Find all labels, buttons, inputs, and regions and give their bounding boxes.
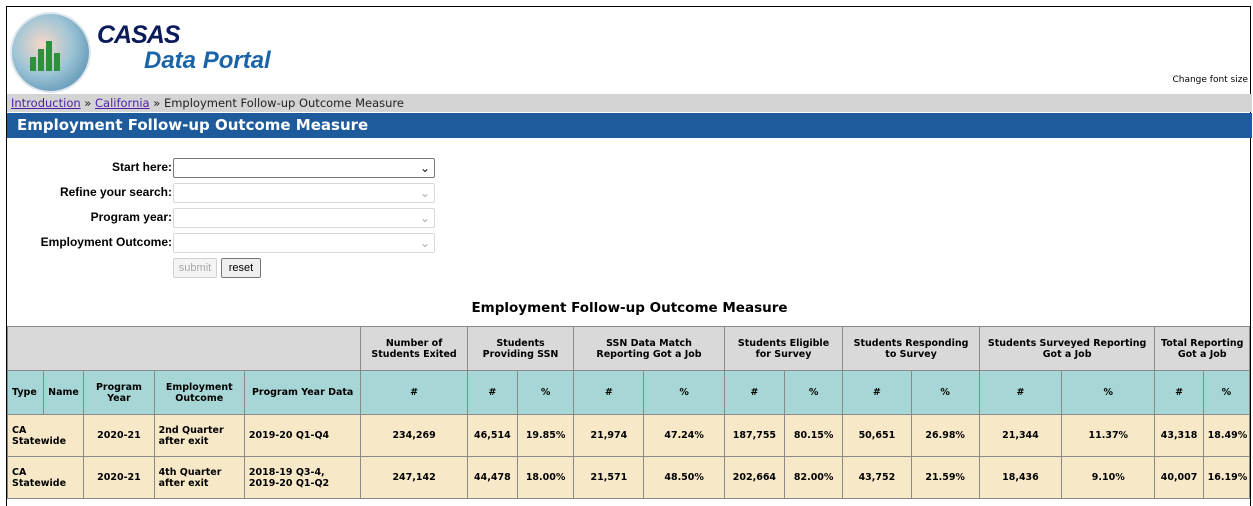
chevron-down-icon: ⌄ <box>419 236 430 250</box>
casas-logo[interactable]: CASAS <box>97 21 181 50</box>
submit-button[interactable]: submit <box>173 258 217 278</box>
cell-total-count: 43,318 <box>1154 414 1204 457</box>
employment-outcome-row: Employment Outcome: ⌄ <box>7 233 457 253</box>
refine-row: Refine your search: ⌄ <box>7 183 457 203</box>
cell-exited: 247,142 <box>360 456 468 499</box>
breadcrumb-separator: » <box>153 96 161 110</box>
table-row: CA Statewide 2020-21 4th Quarter after e… <box>7 456 1251 499</box>
cell-eligible-count: 187,755 <box>723 414 786 457</box>
breadcrumb-california[interactable]: California <box>95 96 150 110</box>
cell-surveyed-pct: 9.10% <box>1061 456 1156 499</box>
cell-total-pct: 16.19% <box>1202 456 1251 499</box>
start-label: Start here: <box>111 160 172 174</box>
cell-responding-count: 43,752 <box>842 456 912 499</box>
breadcrumb-introduction[interactable]: Introduction <box>11 96 81 110</box>
cell-responding-pct: 21.59% <box>910 456 980 499</box>
chevron-down-icon: ⌄ <box>419 211 430 225</box>
page-title: Employment Follow-up Outcome Measure <box>7 113 1252 138</box>
cell-match-count: 21,571 <box>573 456 645 499</box>
program-year-select[interactable]: ⌄ <box>173 208 435 228</box>
col-pct: % <box>910 370 980 415</box>
refine-label: Refine your search: <box>59 185 172 199</box>
col-count: # <box>1154 370 1204 415</box>
start-select[interactable]: ⌄ <box>173 158 435 178</box>
col-pct: % <box>516 370 575 415</box>
cell-employment-outcome: 2nd Quarter after exit <box>153 414 245 457</box>
cell-match-pct: 47.24% <box>643 414 725 457</box>
col-program-year: Program Year <box>83 370 155 415</box>
cell-employment-outcome: 4th Quarter after exit <box>153 456 245 499</box>
group-header-row: Number of Students Exited Students Provi… <box>7 326 1250 371</box>
cell-type: CA Statewide <box>7 414 85 457</box>
breadcrumb: Introduction » California » Employment F… <box>7 94 1252 112</box>
col-name: Name <box>43 370 85 415</box>
col-count: # <box>723 370 786 415</box>
cell-total-pct: 18.49% <box>1202 414 1251 457</box>
table-row: CA Statewide 2020-21 2nd Quarter after e… <box>7 414 1251 457</box>
program-year-row: Program year: ⌄ <box>7 208 457 228</box>
blank-header <box>7 326 362 371</box>
col-count: # <box>466 370 518 415</box>
cell-responding-count: 50,651 <box>842 414 912 457</box>
cell-eligible-pct: 80.15% <box>784 414 844 457</box>
cell-eligible-pct: 82.00% <box>784 456 844 499</box>
cell-total-count: 40,007 <box>1154 456 1204 499</box>
reset-button[interactable]: reset <box>221 258 261 278</box>
cell-surveyed-pct: 11.37% <box>1061 414 1156 457</box>
buttons-row: submit reset <box>7 258 457 278</box>
cell-ssn-pct: 19.85% <box>516 414 575 457</box>
col-employment-outcome: Employment Outcome <box>153 370 245 415</box>
header-ssn-match: SSN Data Match Reporting Got a Job <box>573 326 725 371</box>
chevron-down-icon: ⌄ <box>419 186 430 200</box>
col-count: # <box>978 370 1063 415</box>
header-students-exited: Number of Students Exited <box>360 326 468 371</box>
col-type: Type <box>7 370 45 415</box>
cell-eligible-count: 202,664 <box>723 456 786 499</box>
site-header: CASAS Data Portal Change font size <box>7 7 1252 93</box>
table-title: Employment Follow-up Outcome Measure <box>471 300 788 316</box>
col-pct: % <box>1202 370 1251 415</box>
header-eligible-survey: Students Eligible for Survey <box>723 326 844 371</box>
cell-exited: 234,269 <box>360 414 468 457</box>
portal-title[interactable]: Data Portal <box>144 47 271 75</box>
cell-program-year-data: 2019-20 Q1-Q4 <box>243 414 362 457</box>
cell-surveyed-count: 21,344 <box>978 414 1063 457</box>
cell-ssn-count: 44,478 <box>466 456 518 499</box>
col-pct: % <box>1061 370 1156 415</box>
results-table-wrap: Number of Students Exited Students Provi… <box>7 326 1252 500</box>
col-program-year-data: Program Year Data <box>243 370 362 415</box>
program-year-label: Program year: <box>90 210 172 224</box>
col-count: # <box>360 370 468 415</box>
column-header-row: Type Name Program Year Employment Outcom… <box>7 370 1251 415</box>
cell-surveyed-count: 18,436 <box>978 456 1063 499</box>
col-count: # <box>842 370 912 415</box>
col-pct: % <box>643 370 725 415</box>
cell-match-pct: 48.50% <box>643 456 725 499</box>
header-providing-ssn: Students Providing SSN <box>466 326 575 371</box>
results-table: Number of Students Exited Students Provi… <box>7 326 1251 499</box>
chevron-down-icon: ⌄ <box>419 161 430 175</box>
cell-type: CA Statewide <box>7 456 85 499</box>
header-surveyed-got-job: Students Surveyed Reporting Got a Job <box>978 326 1156 371</box>
header-total-got-job: Total Reporting Got a Job <box>1154 326 1250 371</box>
cell-program-year: 2020-21 <box>83 414 155 457</box>
cell-ssn-pct: 18.00% <box>516 456 575 499</box>
header-responding-survey: Students Responding to Survey <box>842 326 980 371</box>
employment-outcome-label: Employment Outcome: <box>40 235 172 249</box>
refine-select[interactable]: ⌄ <box>173 183 435 203</box>
chart-photo-icon[interactable] <box>10 12 91 93</box>
cell-program-year-data: 2018-19 Q3-4, 2019-20 Q1-Q2 <box>243 456 362 499</box>
employment-outcome-select[interactable]: ⌄ <box>173 233 435 253</box>
cell-responding-pct: 26.98% <box>910 414 980 457</box>
cell-program-year: 2020-21 <box>83 456 155 499</box>
col-count: # <box>573 370 645 415</box>
change-font-size-link[interactable]: Change font size <box>1172 75 1248 85</box>
start-row: Start here: ⌄ <box>7 158 457 178</box>
cell-ssn-count: 46,514 <box>466 414 518 457</box>
breadcrumb-separator: » <box>84 96 92 110</box>
col-pct: % <box>784 370 844 415</box>
breadcrumb-current: Employment Follow-up Outcome Measure <box>163 96 404 110</box>
cell-match-count: 21,974 <box>573 414 645 457</box>
